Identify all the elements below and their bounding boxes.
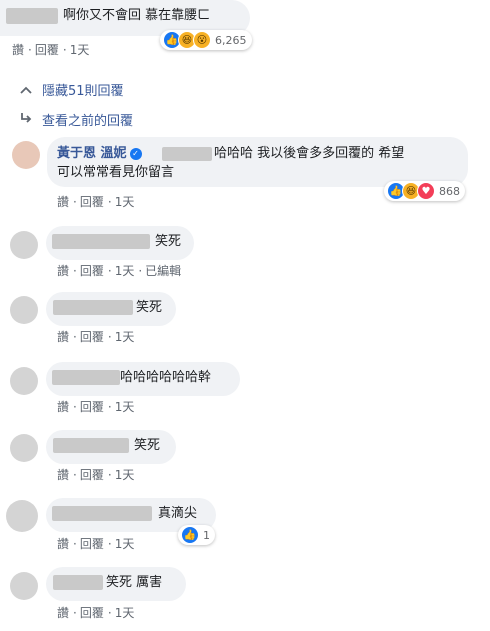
reply-link[interactable]: 回覆 [80, 537, 104, 551]
reply-link[interactable]: 回覆 [80, 195, 104, 209]
reply-arrow-icon [20, 112, 34, 127]
hide-replies-link[interactable]: 隱藏51則回覆 [20, 80, 124, 99]
reply-link[interactable]: 回覆 [35, 43, 59, 57]
view-previous-replies-link[interactable]: 查看之前的回覆 [20, 110, 133, 129]
like-reaction-icon: 👍 [181, 526, 199, 544]
reaction-count: 868 [439, 184, 460, 198]
timestamp[interactable]: 1天 [115, 468, 135, 482]
top-comment-reactions[interactable]: 👍 😆 😮 6,265 [160, 30, 252, 50]
comment-text: 哈哈哈哈哈哈幹 [120, 370, 212, 385]
verified-badge-icon: ✓ [129, 147, 142, 160]
reply-link[interactable]: 回覆 [80, 264, 104, 278]
reply-text-line2: 可以常常看見你留言 [57, 165, 175, 180]
reply-link[interactable]: 回覆 [80, 468, 104, 482]
wow-reaction-icon: 😮 [193, 31, 211, 49]
author-name[interactable]: 黃于恩 溫妮 [57, 146, 127, 161]
like-link[interactable]: 讚 [57, 468, 69, 482]
timestamp[interactable]: 1天 [70, 43, 90, 57]
commenter-avatar[interactable] [10, 231, 38, 259]
comment-text: 笑死 [134, 438, 161, 453]
timestamp[interactable]: 1天 [115, 400, 135, 414]
timestamp[interactable]: 1天 [115, 330, 135, 344]
comment-actions: 讚 · 回覆 · 1天 [57, 468, 135, 482]
reply-link[interactable]: 回覆 [80, 330, 104, 344]
commenter-avatar[interactable] [10, 296, 38, 324]
like-link[interactable]: 讚 [57, 537, 69, 551]
redacted-username [52, 506, 152, 521]
timestamp[interactable]: 1天 [115, 537, 135, 551]
redacted-username [6, 8, 58, 24]
like-link[interactable]: 讚 [57, 195, 69, 209]
redacted-username [52, 370, 120, 385]
timestamp[interactable]: 1天 [115, 264, 135, 278]
comment-text: 笑死 [155, 234, 182, 249]
timestamp[interactable]: 1天 [115, 606, 135, 620]
commenter-avatar[interactable] [10, 434, 38, 462]
reply-link[interactable]: 回覆 [80, 606, 104, 620]
comment-reactions[interactable]: 👍 1 [178, 525, 215, 545]
like-link[interactable]: 讚 [57, 264, 69, 278]
redacted-username [53, 300, 133, 315]
redacted-mention [162, 147, 212, 161]
reaction-count: 6,265 [215, 33, 247, 47]
love-reaction-icon: ♥ [417, 182, 435, 200]
like-link[interactable]: 讚 [57, 606, 69, 620]
comment-actions: 讚 · 回覆 · 1天 [57, 330, 135, 344]
comment-text: 笑死 厲害 [106, 575, 163, 590]
commenter-avatar[interactable] [6, 500, 38, 532]
comment-actions: 讚 · 回覆 · 1天 · 已編輯 [57, 264, 182, 278]
timestamp[interactable]: 1天 [115, 195, 135, 209]
redacted-username [53, 438, 129, 453]
reply-text-line1: 哈哈哈 我以後會多多回覆的 希望 [214, 146, 405, 161]
reply-actions: 讚 · 回覆 · 1天 [57, 195, 135, 209]
reaction-count: 1 [203, 528, 210, 542]
reply-line1: 黃于恩 溫妮 ✓ [57, 145, 145, 163]
top-comment-text: 啊你又不會回 慕在靠腰ㄈ [63, 8, 211, 23]
like-link[interactable]: 讚 [57, 330, 69, 344]
comment-actions: 讚 · 回覆 · 1天 [57, 606, 135, 620]
comment-text: 笑死 [136, 300, 163, 315]
reply-reactions[interactable]: 👍 😆 ♥ 868 [384, 181, 465, 201]
like-link[interactable]: 讚 [57, 400, 69, 414]
comment-text: 真滴尖 [158, 506, 198, 521]
reply-link[interactable]: 回覆 [80, 400, 104, 414]
commenter-avatar[interactable] [10, 367, 38, 395]
author-avatar[interactable] [12, 141, 40, 169]
comment-actions: 讚 · 回覆 · 1天 [57, 400, 135, 414]
commenter-avatar[interactable] [10, 572, 38, 600]
edited-label[interactable]: 已編輯 [145, 264, 181, 278]
comment-actions: 讚 · 回覆 · 1天 [57, 537, 135, 551]
top-comment-actions: 讚 · 回覆 · 1天 [12, 43, 90, 57]
redacted-username [52, 234, 150, 249]
chevron-up-icon [20, 83, 34, 97]
redacted-username [53, 575, 103, 590]
like-link[interactable]: 讚 [12, 43, 24, 57]
